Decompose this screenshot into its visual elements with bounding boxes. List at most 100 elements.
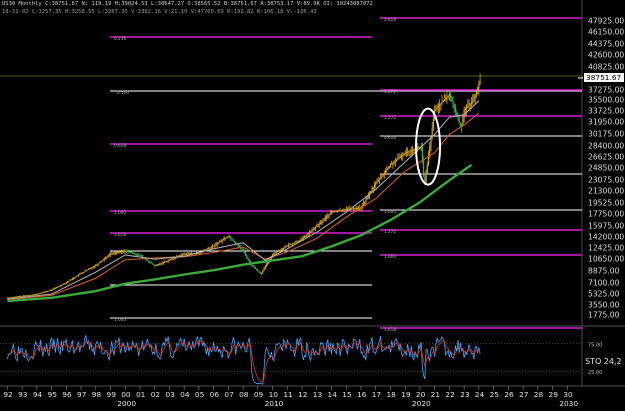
candle-body bbox=[380, 177, 382, 179]
candle-body bbox=[292, 242, 295, 244]
candle-body bbox=[467, 106, 469, 108]
time-axis-tick-label: 28 bbox=[534, 390, 544, 399]
candle-body bbox=[172, 258, 174, 260]
candle-body bbox=[295, 241, 297, 243]
candle-body bbox=[130, 252, 132, 254]
candle-body bbox=[155, 265, 157, 267]
time-axis-tick-label: 26 bbox=[504, 390, 514, 399]
candle-body bbox=[317, 224, 319, 227]
price-axis-tick-label: 10650.00 bbox=[588, 255, 624, 264]
candle-body bbox=[395, 159, 398, 161]
candle-body bbox=[43, 291, 45, 293]
candle-body bbox=[229, 235, 231, 238]
candle-body bbox=[435, 108, 437, 110]
candle-body bbox=[246, 255, 248, 258]
candle-body bbox=[116, 252, 118, 254]
stoch-axis-label: 25.00 bbox=[588, 370, 602, 376]
candle-body bbox=[279, 250, 281, 251]
candle-body bbox=[145, 259, 147, 260]
candle-body bbox=[161, 262, 163, 264]
fib-level-label: 1.000 bbox=[384, 254, 396, 259]
candle-body bbox=[232, 239, 234, 241]
candle-body bbox=[209, 247, 211, 249]
candle-body bbox=[19, 296, 21, 298]
candle-body bbox=[132, 252, 134, 254]
price-axis-tick-label: 33725.00 bbox=[588, 107, 624, 116]
candle-body bbox=[398, 157, 400, 159]
candle-body bbox=[85, 270, 87, 272]
time-axis-tick-label: 01 bbox=[136, 390, 146, 399]
candle-body bbox=[354, 208, 356, 210]
last-price-label: 38751.67 bbox=[586, 73, 622, 82]
candle-body bbox=[226, 236, 228, 238]
candle-body bbox=[462, 117, 464, 126]
price-axis-tick-label: 42600.00 bbox=[588, 51, 624, 60]
candle-body bbox=[113, 252, 115, 254]
candle-body bbox=[445, 98, 447, 100]
candle-body bbox=[119, 251, 121, 253]
candle-body bbox=[426, 164, 428, 174]
candle-body bbox=[28, 295, 31, 296]
candle-body bbox=[383, 172, 385, 175]
candle-body bbox=[147, 260, 150, 262]
candle-body bbox=[168, 259, 171, 261]
candle-body bbox=[337, 210, 339, 212]
candle-body bbox=[98, 262, 101, 264]
price-axis-tick-label: 1775.00 bbox=[588, 311, 620, 320]
candle-body bbox=[58, 286, 60, 287]
candle-body bbox=[25, 295, 27, 297]
candle-body bbox=[27, 295, 29, 296]
candle-body bbox=[217, 242, 220, 244]
candle-body bbox=[364, 201, 366, 204]
time-axis-tick-label: 94 bbox=[33, 390, 43, 399]
candle-body bbox=[440, 103, 442, 105]
candle-body bbox=[162, 262, 164, 264]
fib-level-label: 1.000 bbox=[114, 210, 126, 215]
candle-body bbox=[443, 99, 446, 101]
candle-body bbox=[394, 160, 396, 162]
candle-body bbox=[46, 291, 48, 293]
time-axis-tick-label: 92 bbox=[3, 390, 12, 399]
time-axis-tick-label: 18 bbox=[386, 390, 396, 399]
stoch-d-line bbox=[7, 339, 481, 383]
candle-body bbox=[90, 268, 92, 269]
candle-body bbox=[76, 275, 78, 277]
time-axis-tick-label: 07 bbox=[224, 390, 234, 399]
price-axis-tick-label: 21300.00 bbox=[588, 187, 624, 196]
candle-body bbox=[338, 210, 340, 212]
candle-body bbox=[409, 150, 411, 152]
candle-body bbox=[470, 102, 473, 104]
candle-body bbox=[77, 274, 80, 276]
candle-body bbox=[353, 208, 355, 210]
candle-body bbox=[248, 259, 250, 262]
time-axis-tick-label: 29 bbox=[549, 390, 559, 399]
candle-body bbox=[138, 254, 140, 256]
candle-body bbox=[464, 108, 466, 110]
time-axis-tick-label: 30 bbox=[563, 390, 573, 399]
candle-body bbox=[60, 284, 62, 286]
candle-body bbox=[79, 274, 81, 275]
price-axis-tick-label: 3550.00 bbox=[588, 301, 620, 310]
time-axis-tick-label: 17 bbox=[372, 390, 382, 399]
time-axis-tick-label: 19 bbox=[401, 390, 411, 399]
candle-body bbox=[12, 297, 15, 298]
candle-body bbox=[407, 151, 409, 153]
candle-body bbox=[438, 104, 441, 107]
time-axis-tick-label: 24 bbox=[475, 390, 485, 399]
candle-body bbox=[182, 254, 184, 256]
time-axis-tick-label: 10 bbox=[269, 390, 279, 399]
price-axis-tick-label: 35500.00 bbox=[588, 96, 624, 105]
candle-body bbox=[38, 293, 40, 295]
candle-body bbox=[159, 263, 161, 265]
price-axis-tick-label: 31950.00 bbox=[588, 118, 624, 127]
candle-body bbox=[335, 211, 338, 212]
candle-body bbox=[224, 238, 226, 240]
candle-body bbox=[410, 150, 412, 152]
candle-body bbox=[187, 253, 189, 255]
candle-body bbox=[225, 237, 227, 239]
candle-body bbox=[397, 158, 399, 160]
candle-body bbox=[371, 189, 373, 192]
candle-body bbox=[222, 239, 225, 241]
candle-body bbox=[220, 240, 222, 242]
candle-body bbox=[400, 155, 403, 157]
